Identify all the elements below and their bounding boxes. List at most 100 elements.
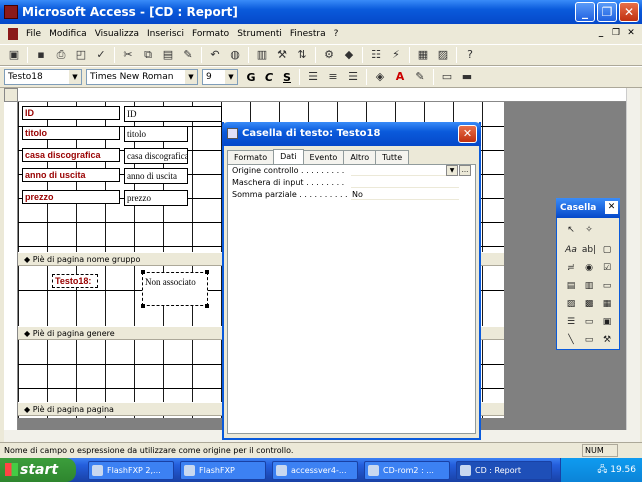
align-center-icon[interactable]: ≡	[325, 69, 341, 85]
selection-handle[interactable]	[205, 304, 209, 308]
format-painter-icon[interactable]: ✎	[180, 47, 196, 63]
bound-frame-icon[interactable]: ▦	[599, 296, 615, 312]
print-icon[interactable]: ⎙	[53, 47, 69, 63]
properties-dialog-title-bar[interactable]: Casella di testo: Testo18 ✕	[222, 122, 481, 146]
tab-evento[interactable]: Evento	[302, 150, 345, 164]
vertical-scrollbar[interactable]	[626, 88, 640, 430]
textbox-tool-icon[interactable]: ab|	[581, 242, 597, 258]
taskbar-item[interactable]: FlashFXP 2,...	[88, 461, 174, 480]
menu-help[interactable]: ?	[330, 29, 343, 39]
undo-icon[interactable]: ↶	[207, 47, 223, 63]
combo-box-icon[interactable]: ▤	[563, 278, 579, 294]
menu-formato[interactable]: Formato	[188, 29, 233, 39]
field-list-icon[interactable]: ▥	[254, 47, 270, 63]
field-testo18[interactable]: Non associato	[142, 272, 208, 306]
taskbar-item[interactable]: accessver4-...	[272, 461, 358, 480]
clock[interactable]: 19.56	[610, 465, 636, 475]
mdi-minimize-button[interactable]: _	[594, 27, 608, 40]
help-icon[interactable]: ?	[462, 47, 478, 63]
database-window-icon[interactable]: ▦	[415, 47, 431, 63]
field-anno-di-uscita[interactable]: anno di uscita	[124, 168, 188, 184]
code-icon[interactable]: ◆	[341, 47, 357, 63]
property-value-maschera-di-input[interactable]	[351, 178, 459, 188]
taskbar-item[interactable]: CD-rom2 : ...	[364, 461, 450, 480]
field-prezzo[interactable]: prezzo	[124, 190, 188, 206]
option-group-icon[interactable]: ▢	[599, 242, 615, 258]
cut-icon[interactable]: ✂	[120, 47, 136, 63]
align-left-icon[interactable]: ☰	[305, 69, 321, 85]
chevron-down-icon[interactable]: ▼	[69, 70, 81, 84]
tab-formato[interactable]: Formato	[227, 150, 275, 164]
network-icon[interactable]: 🖧	[597, 465, 607, 475]
menu-finestra[interactable]: Finestra	[286, 29, 330, 39]
chevron-down-icon[interactable]: ▼	[185, 70, 197, 84]
more-controls-icon[interactable]: ⚒	[599, 332, 615, 348]
tab-control-icon[interactable]: ▭	[581, 314, 597, 330]
spelling-icon[interactable]: ✓	[93, 47, 109, 63]
tab-dati[interactable]: Dati	[273, 149, 304, 164]
menu-inserisci[interactable]: Inserisci	[143, 29, 188, 39]
builder-icon[interactable]: ⚡	[388, 47, 404, 63]
page-break-icon[interactable]: ☰	[563, 314, 579, 330]
maximize-button[interactable]: ❐	[597, 2, 617, 22]
tab-altro[interactable]: Altro	[343, 150, 377, 164]
label-tool-icon[interactable]: Aa	[563, 242, 579, 258]
selection-handle[interactable]	[205, 270, 209, 274]
property-value-somma-parziale[interactable]: No	[351, 190, 459, 200]
taskbar-item-active[interactable]: CD : Report	[456, 461, 552, 480]
select-objects-icon[interactable]: ↖	[563, 222, 579, 238]
copy-icon[interactable]: ⧉	[140, 47, 156, 63]
line-color-icon[interactable]: ✎	[412, 69, 428, 85]
option-button-icon[interactable]: ◉	[581, 260, 597, 276]
menu-strumenti[interactable]: Strumenti	[233, 29, 286, 39]
label-anno-di-uscita[interactable]: anno di uscita	[22, 168, 120, 182]
dialog-close-button[interactable]: ✕	[458, 125, 477, 143]
command-button-icon[interactable]: ▭	[599, 278, 615, 294]
label-id[interactable]: ID	[22, 106, 120, 120]
print-preview-icon[interactable]: ◰	[73, 47, 89, 63]
property-value-origine-controllo[interactable]	[351, 166, 459, 176]
close-button[interactable]: ✕	[619, 2, 639, 22]
autoformat-icon[interactable]: ⚙	[321, 47, 337, 63]
list-box-icon[interactable]: ▥	[581, 278, 597, 294]
image-tool-icon[interactable]: ▨	[563, 296, 579, 312]
line-width-icon[interactable]: ▭	[439, 69, 455, 85]
field-casa-discografica[interactable]: casa discografica	[124, 148, 188, 164]
taskbar-item[interactable]: FlashFXP	[180, 461, 266, 480]
ruler-corner[interactable]	[4, 88, 18, 102]
label-testo18[interactable]: Testo18:	[52, 274, 98, 288]
field-id[interactable]: ID	[124, 106, 222, 122]
object-combo[interactable]: Testo18 ▼	[4, 69, 82, 85]
line-tool-icon[interactable]: ╲	[563, 332, 579, 348]
chevron-down-icon[interactable]: ▼	[225, 70, 237, 84]
toolbox-close-button[interactable]: ✕	[605, 201, 618, 214]
rectangle-tool-icon[interactable]: ▭	[581, 332, 597, 348]
mdi-close-button[interactable]: ✕	[624, 27, 638, 40]
unbound-frame-icon[interactable]: ▩	[581, 296, 597, 312]
control-wizards-icon[interactable]: ✧	[581, 222, 597, 238]
menu-modifica[interactable]: Modifica	[45, 29, 91, 39]
toolbox-icon[interactable]: ⚒	[274, 47, 290, 63]
selection-handle[interactable]	[141, 270, 145, 274]
start-button[interactable]: start	[0, 458, 76, 482]
hyperlink-icon[interactable]: ◍	[227, 47, 243, 63]
italic-button[interactable]: C	[261, 71, 277, 84]
special-effect-icon[interactable]: ▬	[459, 69, 475, 85]
document-icon[interactable]	[8, 28, 18, 40]
field-titolo[interactable]: titolo	[124, 126, 188, 142]
subform-icon[interactable]: ▣	[599, 314, 615, 330]
properties-icon[interactable]: ☷	[368, 47, 384, 63]
tab-tutte[interactable]: Tutte	[375, 150, 410, 164]
vertical-ruler[interactable]	[4, 102, 18, 430]
new-object-icon[interactable]: ▨	[435, 47, 451, 63]
builder-button[interactable]: ...	[459, 165, 471, 176]
toggle-button-icon[interactable]: ≓	[563, 260, 579, 276]
menu-visualizza[interactable]: Visualizza	[91, 29, 143, 39]
minimize-button[interactable]: _	[575, 2, 595, 22]
toolbox-title-bar[interactable]: Casella ✕	[556, 198, 620, 218]
paste-icon[interactable]: ▤	[160, 47, 176, 63]
font-size-combo[interactable]: 9 ▼	[202, 69, 238, 85]
fill-color-icon[interactable]: ◈	[372, 69, 388, 85]
label-titolo[interactable]: titolo	[22, 126, 120, 140]
horizontal-ruler[interactable]	[18, 88, 638, 102]
